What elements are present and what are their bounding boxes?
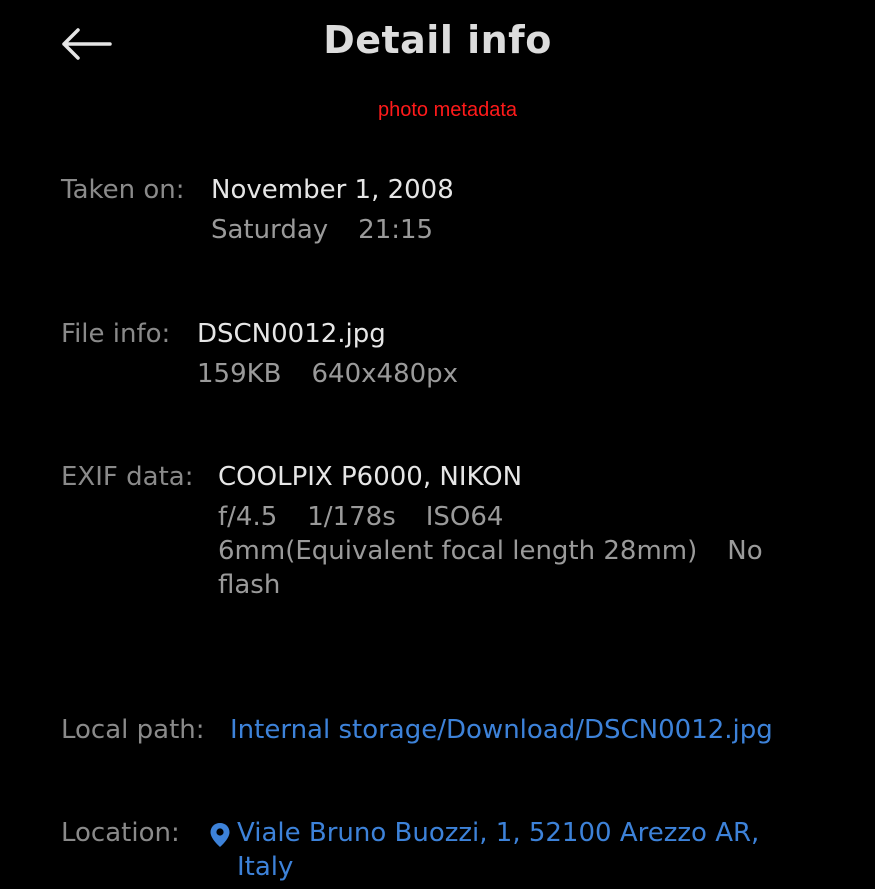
taken-on-date: November 1, 2008	[211, 175, 454, 205]
file-info-label: File info:	[61, 319, 171, 349]
exif-shutter: 1/178s	[307, 502, 396, 532]
local-path-row: Local path: Internal storage/Download/DS…	[61, 713, 773, 747]
file-info-row: File info: DSCN0012.jpg 159KB 640x480px	[61, 317, 458, 391]
exif-aperture: f/4.5	[218, 502, 278, 532]
location-label: Location:	[61, 818, 180, 848]
exif-camera: COOLPIX P6000, NIKON	[218, 462, 523, 492]
taken-on-time: 21:15	[358, 215, 434, 245]
exif-lens-line: 6mm(Equivalent focal length 28mm) No flas…	[218, 534, 778, 602]
exif-exposure-line: f/4.5 1/178s ISO64	[218, 500, 778, 534]
taken-on-time-line: Saturday 21:15	[211, 213, 454, 247]
annotation-label: photo metadata	[378, 99, 517, 121]
page-title: Detail info	[323, 18, 552, 62]
file-details-line: 159KB 640x480px	[197, 357, 458, 391]
file-dimensions: 640x480px	[311, 359, 459, 389]
exif-iso: ISO64	[425, 502, 504, 532]
location-pin-icon	[209, 822, 231, 857]
taken-on-weekday: Saturday	[211, 215, 329, 245]
file-name: DSCN0012.jpg	[197, 319, 386, 349]
location-row: Location: Viale Bruno Buozzi, 1, 52100 A…	[61, 816, 777, 884]
file-size: 159KB	[197, 359, 282, 389]
location-address-link[interactable]: Viale Bruno Buozzi, 1, 52100 Arezzo AR, …	[237, 816, 777, 884]
exif-focal: 6mm(Equivalent focal length 28mm)	[218, 536, 698, 566]
local-path-link[interactable]: Internal storage/Download/DSCN0012.jpg	[230, 713, 773, 747]
taken-on-label: Taken on:	[61, 175, 185, 205]
exif-label: EXIF data:	[61, 462, 194, 492]
taken-on-row: Taken on: November 1, 2008 Saturday 21:15	[61, 173, 454, 247]
local-path-label: Local path:	[61, 715, 205, 745]
exif-row: EXIF data: COOLPIX P6000, NIKON f/4.5 1/1…	[61, 460, 778, 602]
